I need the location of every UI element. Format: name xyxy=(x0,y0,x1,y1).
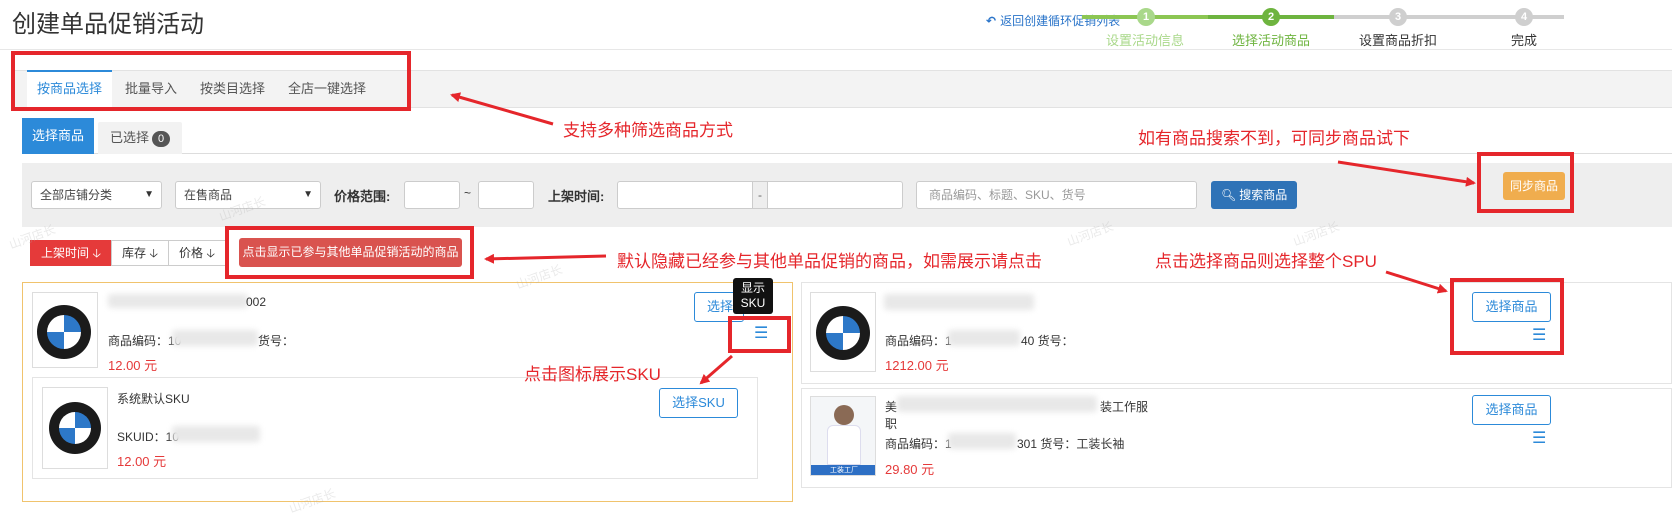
annotation-arrows xyxy=(450,92,1476,385)
arrow-to-sync xyxy=(1337,160,1476,187)
arrow-to-select-sku xyxy=(699,354,733,385)
arrow-to-select-product xyxy=(1385,270,1448,294)
arrow-to-tabs xyxy=(450,92,554,126)
arrow-to-show-hidden xyxy=(484,253,607,264)
